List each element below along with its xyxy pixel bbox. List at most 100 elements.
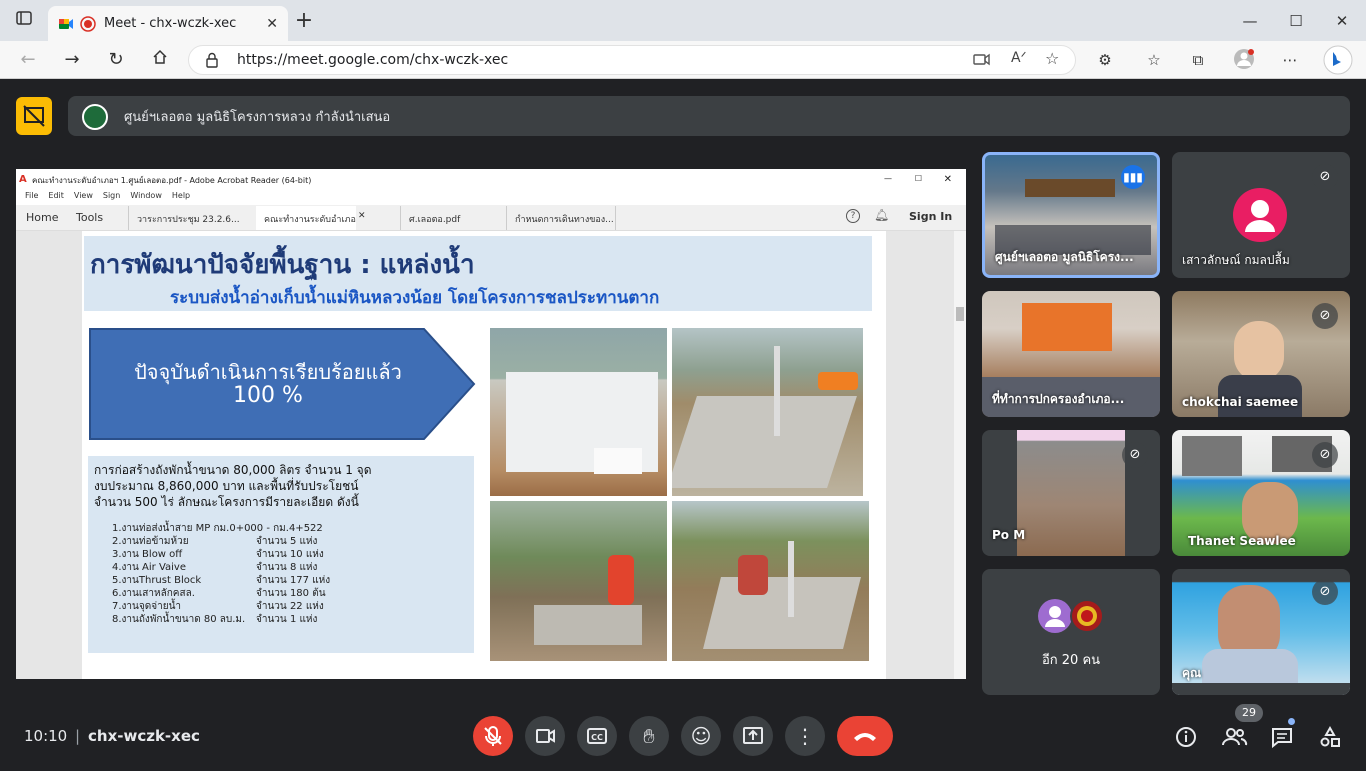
acrobat-title-bar: A คณะทำงานระดับอำเภอฯ 1.ศูนย์เลอตอ.pdf -… [16, 174, 966, 190]
recording-icon [80, 15, 96, 32]
tab-actions-icon[interactable] [12, 9, 36, 33]
presentation-off-icon[interactable] [16, 97, 52, 135]
new-tab-icon[interactable]: + [292, 9, 316, 33]
collections-icon[interactable]: ⧉ [1186, 48, 1210, 72]
acrobat-menu-bar: File Edit View Sign Window Help [16, 191, 966, 205]
captions-button[interactable]: CC [577, 716, 617, 756]
menu-view[interactable]: View [74, 191, 93, 205]
pdf-tab-2[interactable]: คณะทำงานระดับอำเภอ... [256, 206, 356, 230]
photo-villagers [490, 501, 667, 661]
menu-file[interactable]: File [25, 191, 38, 205]
others-count-label: อีก 20 คน [1041, 653, 1101, 668]
camera-toggle-button[interactable] [525, 716, 565, 756]
activities-icon[interactable] [1315, 722, 1345, 752]
participant-tile-5[interactable]: ⊘ Po M [982, 430, 1160, 556]
read-aloud-icon[interactable]: Aᐟ [1011, 50, 1027, 66]
pdf-scroll-thumb[interactable] [956, 307, 964, 321]
mic-off-icon: ⊘ [1312, 303, 1338, 329]
browser-tab-bar: Meet - chx-wczk-xec ✕ + — ☐ ✕ [0, 0, 1366, 41]
banner-text: ศูนย์ฯเลอตอ มูลนิธิโครงการหลวง กำลังนำเส… [124, 109, 391, 125]
nav-tools[interactable]: Tools [68, 206, 111, 230]
extensions-icon[interactable]: ⚙ [1093, 48, 1117, 72]
refresh-icon[interactable]: ↻ [104, 48, 128, 72]
address-bar[interactable]: https://meet.google.com/chx-wczk-xec Aᐟ … [188, 45, 1076, 75]
mic-off-icon: ⊘ [1312, 164, 1338, 190]
arrow-text-line2: 100 % [233, 383, 303, 408]
pdf-close-icon[interactable]: ✕ [944, 174, 952, 185]
mic-off-icon: ⊘ [1312, 579, 1338, 605]
pdf-tab-1[interactable]: วาระการประชุม 23.2.6... [128, 206, 248, 230]
participant-tile-3[interactable]: ที่ทำการปกครองอำเภอ... [982, 291, 1160, 417]
browser-tab-meet[interactable]: Meet - chx-wczk-xec ✕ [48, 6, 288, 41]
participant-name: Thanet Seawlee [1188, 534, 1296, 548]
pdf-window-title: คณะทำงานระดับอำเภอฯ 1.ศูนย์เลอตอ.pdf - A… [32, 176, 312, 185]
mic-toggle-button[interactable] [473, 716, 513, 756]
bing-chat-icon[interactable] [1322, 45, 1354, 77]
participant-tile-1[interactable]: ▮▮▮ ศูนย์ฯเลอตอ มูลนิธิโครง... [982, 152, 1160, 278]
participant-count-badge: 29 [1235, 704, 1263, 722]
pdf-tab-4[interactable]: กำหนดการเดินทางของ... [506, 206, 616, 230]
participant-tile-6[interactable]: ⊘ Thanet Seawlee [1172, 430, 1350, 556]
more-menu-icon[interactable]: ⋯ [1278, 48, 1302, 72]
menu-window[interactable]: Window [130, 191, 162, 205]
avatar [1038, 599, 1072, 633]
mic-off-icon: ⊘ [1122, 442, 1148, 468]
item-8-qty: จำนวน 1 แห่ง [256, 614, 318, 625]
photo-water-tank [490, 328, 667, 496]
participant-name: Po M [992, 528, 1026, 542]
sign-in-button[interactable]: Sign In [909, 210, 952, 223]
favorite-star-icon[interactable]: ☆ [1045, 49, 1059, 68]
maximize-icon[interactable]: ☐ [1284, 9, 1308, 33]
lock-icon [205, 52, 219, 72]
participant-name: คุณ [1182, 666, 1202, 680]
forward-icon[interactable]: → [60, 48, 84, 72]
acrobat-icon: A [19, 174, 27, 185]
participant-tile-others[interactable]: อีก 20 คน [982, 569, 1160, 695]
meeting-code: chx-wczk-xec [88, 727, 200, 745]
pdf-maximize-icon[interactable]: ☐ [915, 174, 922, 183]
raise-hand-button[interactable]: ✋︎ [629, 716, 669, 756]
nav-home[interactable]: Home [18, 206, 66, 230]
minimize-icon[interactable]: — [1238, 9, 1262, 33]
chat-unread-dot [1288, 718, 1295, 725]
home-icon[interactable] [148, 48, 172, 72]
present-screen-button[interactable] [733, 716, 773, 756]
favorites-icon[interactable]: ☆ [1142, 48, 1166, 72]
end-call-button[interactable] [837, 716, 893, 756]
close-tab-icon[interactable]: ✕ [266, 16, 278, 32]
notification-bell-icon[interactable]: 🔔︎ [874, 208, 889, 222]
participant-name: เสาวลักษณ์ กมลปลื้ม [1182, 253, 1290, 267]
tab-title: Meet - chx-wczk-xec [104, 16, 237, 31]
participant-name: ศูนย์ฯเลอตอ มูลนิธิโครง... [995, 250, 1134, 264]
photo-water-tap [672, 501, 869, 661]
meeting-info-icon[interactable] [1171, 722, 1201, 752]
slide-subtitle: ระบบส่งน้ำอ่างเก็บน้ำแม่หินหลวงน้อย โดยโ… [170, 288, 660, 308]
participant-tile-4[interactable]: ⊘ chokchai saemee [1172, 291, 1350, 417]
pdf-scrollbar[interactable] [954, 231, 966, 679]
pdf-tab-close-icon[interactable]: ✕ [358, 211, 366, 221]
menu-edit[interactable]: Edit [48, 191, 64, 205]
pdf-minimize-icon[interactable]: — [884, 174, 892, 183]
avatar [1070, 599, 1104, 633]
pdf-tab-3[interactable]: ศ.เลอตอ.pdf [400, 206, 500, 230]
help-icon[interactable]: ? [846, 209, 860, 223]
item-8: 8.งานถังพักน้ำขนาด 80 ลบ.ม. [112, 614, 246, 625]
people-icon[interactable] [1219, 722, 1249, 752]
svg-text:CC: CC [591, 733, 603, 742]
chat-icon[interactable] [1267, 722, 1297, 752]
back-icon[interactable]: ← [16, 48, 40, 72]
participant-tile-2[interactable]: ⊘ เสาวลักษณ์ กมลปลื้ม [1172, 152, 1350, 278]
profile-avatar-icon[interactable] [1232, 48, 1256, 72]
desc-line-3: จำนวน 500 ไร่ ลักษณะโครงการมีรายละเอียด … [94, 495, 359, 509]
meet-favicon-icon [58, 16, 74, 32]
close-window-icon[interactable]: ✕ [1330, 9, 1354, 33]
mic-off-icon: ⊘ [1312, 442, 1338, 468]
menu-sign[interactable]: Sign [103, 191, 120, 205]
speaking-indicator-icon: ▮▮▮ [1121, 165, 1145, 189]
camera-permission-icon[interactable] [973, 51, 991, 71]
participant-tile-self[interactable]: ⊘ คุณ [1172, 569, 1350, 695]
participant-name: ที่ทำการปกครองอำเภอ... [992, 392, 1125, 406]
more-options-button[interactable]: ⋮ [785, 716, 825, 756]
menu-help[interactable]: Help [172, 191, 190, 205]
reactions-button[interactable]: ☺ [681, 716, 721, 756]
